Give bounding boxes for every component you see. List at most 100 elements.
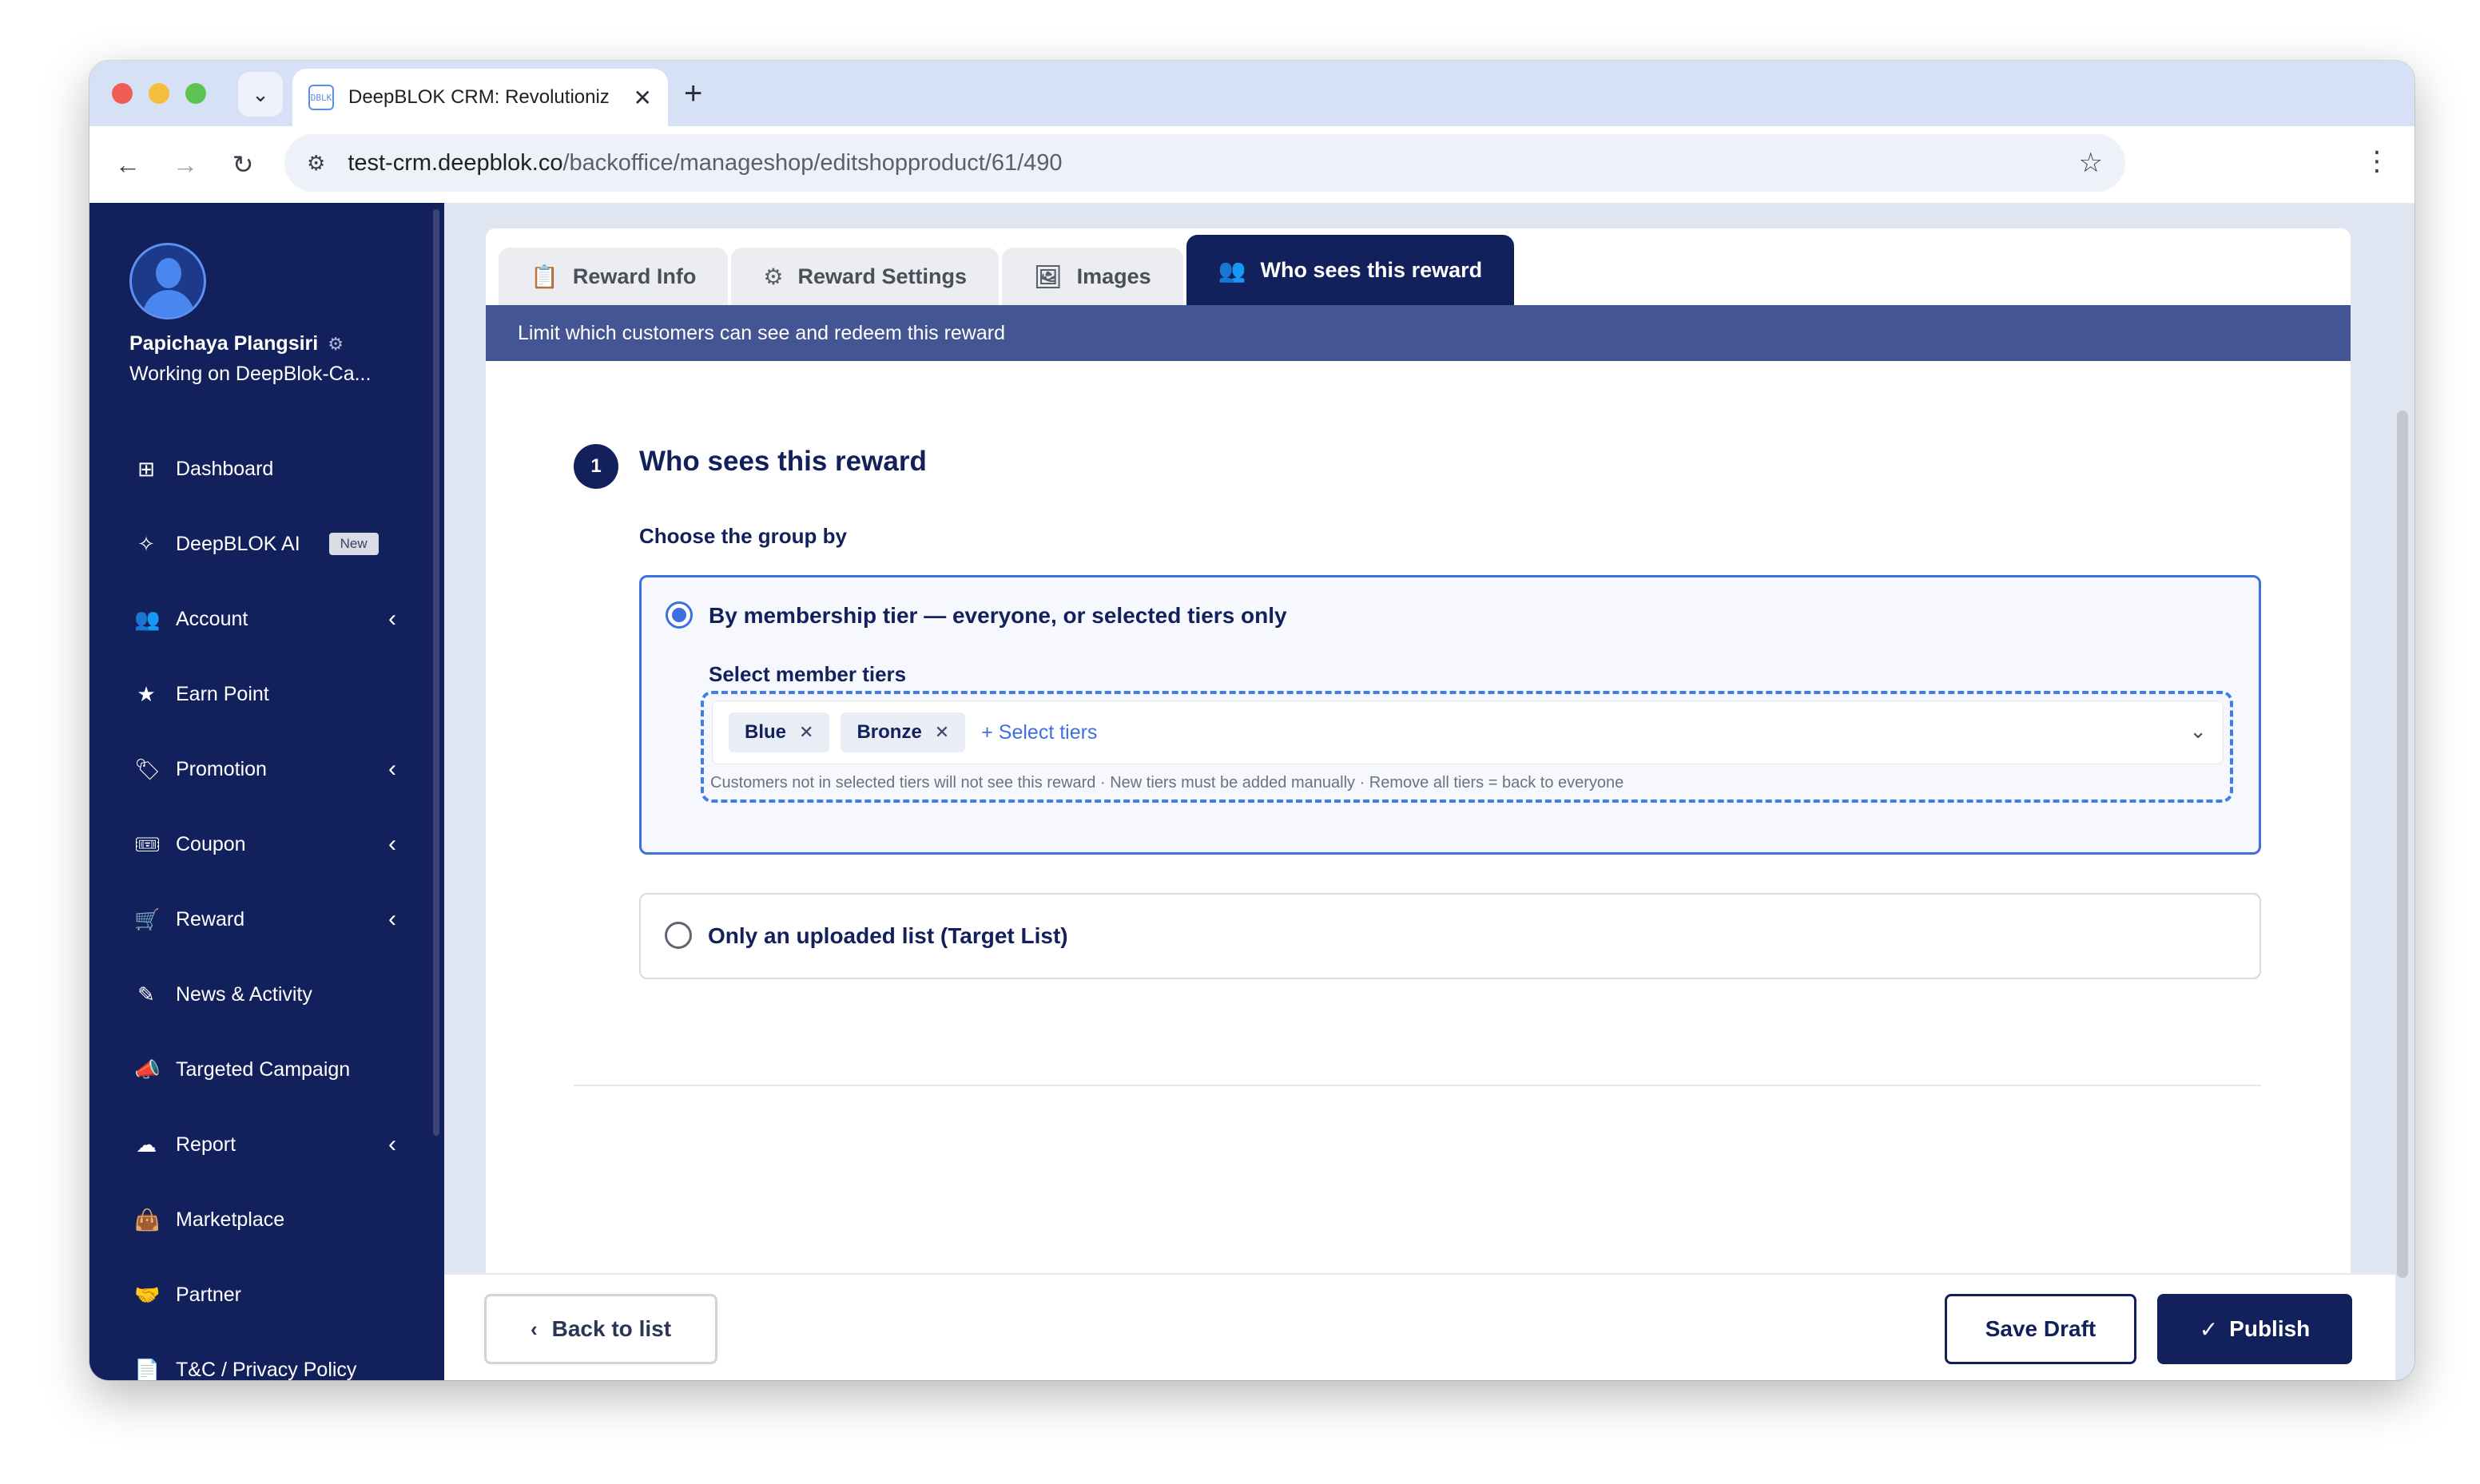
publish-label: Publish (2229, 1316, 2311, 1341)
sidebar-item-partner[interactable]: 🤝 Partner (89, 1257, 444, 1332)
avatar-head (156, 258, 181, 288)
tier-chip-bronze: Bronze ✕ (841, 712, 966, 752)
sidebar-item-promotion[interactable]: 🏷 Promotion ‹ (89, 732, 444, 807)
sidebar-item-dashboard[interactable]: ⊞ Dashboard (89, 431, 444, 506)
sidebar-item-targeted-campaign[interactable]: 📣 Targeted Campaign (89, 1032, 444, 1107)
sidebar-item-label: Marketplace (176, 1208, 285, 1231)
bookmark-star-icon[interactable]: ☆ (2079, 147, 2103, 179)
tab-label: Reward Info (572, 264, 697, 288)
avatar-body (143, 290, 194, 317)
option-target-list[interactable]: Only an uploaded list (Target List) (639, 893, 2261, 979)
option-label[interactable]: By membership tier — everyone, or select… (709, 603, 1287, 629)
check-icon: ✓ (2199, 1316, 2219, 1342)
option-membership-tier[interactable]: By membership tier — everyone, or select… (639, 575, 2261, 855)
forward-arrow-icon[interactable]: → (163, 142, 208, 187)
gear-icon: ⚙ (763, 264, 784, 289)
tier-selection-highlight: Blue ✕ Bronze ✕ + Select tiers ⌄ Custome… (701, 691, 2233, 803)
sidebar-item-report[interactable]: ☁ Report ‹ (89, 1107, 444, 1182)
avatar[interactable] (129, 243, 206, 319)
chevron-left-icon: ‹ (388, 1131, 396, 1157)
chevron-left-icon: ‹ (388, 906, 396, 932)
url-host: test-crm.deepblok.co (348, 149, 563, 176)
sidebar-item-news-activity[interactable]: ✎ News & Activity (89, 957, 444, 1032)
sidebar-item-label: News & Activity (176, 982, 312, 1006)
url-text[interactable]: test-crm.deepblok.co/backoffice/managesh… (348, 150, 2078, 177)
tab-info-bar: Limit which customers can see and redeem… (486, 305, 2351, 361)
back-arrow-icon[interactable]: ← (105, 142, 150, 187)
tab-search-button[interactable]: ⌄ (238, 72, 283, 117)
user-workspace: Working on DeepBlok-Ca... (129, 363, 372, 385)
save-draft-label: Save Draft (1985, 1316, 2096, 1341)
step-number-badge: 1 (574, 444, 618, 489)
reward-editor-panel: 📋 Reward Info ⚙ Reward Settings 🖼 Images… (486, 228, 2351, 1283)
user-name: Papichaya Plangsiri (129, 332, 319, 355)
sidebar-item-earn-point[interactable]: ★ Earn Point (89, 657, 444, 732)
sidebar-item-marketplace[interactable]: 👜 Marketplace (89, 1182, 444, 1257)
sidebar-item-reward[interactable]: 🛒 Reward ‹ (89, 882, 444, 957)
tab-reward-settings[interactable]: ⚙ Reward Settings (731, 248, 1000, 305)
action-footer: ‹ Back to list Save Draft ✓ Publish (444, 1273, 2395, 1380)
address-bar[interactable]: ⚙ test-crm.deepblok.co/backoffice/manage… (284, 134, 2125, 192)
sidebar-item-coupon[interactable]: 🎟 Coupon ‹ (89, 807, 444, 882)
sidebar: Papichaya Plangsiri ⚙ Working on DeepBlo… (89, 203, 444, 1380)
sidebar-item-label: Account (176, 607, 248, 630)
tier-chip-blue: Blue ✕ (729, 712, 830, 752)
remove-chip-icon[interactable]: ✕ (935, 722, 949, 743)
section-divider (574, 1085, 2261, 1086)
back-to-list-label: Back to list (551, 1316, 672, 1341)
sidebar-item-label: Promotion (176, 757, 267, 780)
tab-reward-info[interactable]: 📋 Reward Info (499, 248, 729, 305)
chevron-left-icon: ‹ (388, 605, 396, 632)
minimize-window-button[interactable] (149, 83, 169, 104)
radio-membership-tier[interactable] (666, 601, 693, 629)
tab-label: Who sees this reward (1260, 257, 1483, 282)
maximize-window-button[interactable] (185, 83, 206, 104)
browser-tab[interactable]: DBLK DeepBLOK CRM: Revolutioniz ✕ (292, 69, 668, 126)
cloud-download-icon: ☁ (136, 1132, 157, 1157)
radio-target-list[interactable] (665, 922, 692, 949)
save-draft-button[interactable]: Save Draft (1945, 1294, 2136, 1364)
option-label[interactable]: Only an uploaded list (Target List) (708, 923, 1068, 949)
close-tab-icon[interactable]: ✕ (634, 85, 652, 111)
browser-toolbar: ← → ↻ ⚙ test-crm.deepblok.co/backoffice/… (89, 126, 2414, 203)
image-icon: 🖼 (1034, 264, 1063, 289)
remove-chip-icon[interactable]: ✕ (799, 722, 813, 743)
star-icon: ★ (137, 681, 156, 706)
tab-who-sees-this-reward[interactable]: 👥 Who sees this reward (1186, 235, 1515, 305)
edit-icon: ✎ (137, 982, 155, 1006)
page-scrollbar[interactable] (2397, 411, 2408, 1278)
sidebar-item-label: Dashboard (176, 457, 274, 480)
sidebar-item-label: Earn Point (176, 682, 269, 705)
publish-button[interactable]: ✓ Publish (2157, 1294, 2352, 1364)
user-settings-gear-icon[interactable]: ⚙ (328, 334, 344, 355)
users-icon: 👥 (1218, 257, 1246, 283)
back-to-list-button[interactable]: ‹ Back to list (484, 1294, 717, 1364)
browser-menu-icon[interactable]: ⋮ (2363, 145, 2391, 177)
tab-images[interactable]: 🖼 Images (1002, 248, 1183, 305)
cart-icon: 🛒 (134, 907, 161, 931)
close-window-button[interactable] (112, 83, 133, 104)
tab-label: Images (1076, 264, 1151, 288)
document-icon: 📄 (134, 1357, 161, 1381)
chip-label: Blue (745, 721, 787, 743)
favicon-icon: DBLK (308, 85, 334, 110)
section-title: Who sees this reward (639, 446, 927, 477)
chevron-left-icon: ‹ (530, 1316, 538, 1341)
new-tab-button[interactable]: + (684, 73, 702, 113)
chevron-down-icon: ⌄ (252, 81, 269, 106)
sidebar-item-deepblok-ai[interactable]: ✧ DeepBLOK AI New (89, 506, 444, 581)
sidebar-item-label: Report (176, 1133, 236, 1156)
sidebar-menu: ⊞ Dashboard ✧ DeepBLOK AI New 👥 Account … (89, 431, 444, 1381)
chip-label: Bronze (856, 721, 922, 743)
chevron-down-icon[interactable]: ⌄ (2189, 719, 2207, 744)
main-content: 📋 Reward Info ⚙ Reward Settings 🖼 Images… (444, 203, 2414, 1380)
site-settings-icon[interactable]: ⚙ (307, 151, 325, 176)
reload-icon[interactable]: ↻ (221, 142, 265, 187)
sidebar-item-account[interactable]: 👥 Account ‹ (89, 581, 444, 657)
reward-tabs: 📋 Reward Info ⚙ Reward Settings 🖼 Images… (499, 235, 1515, 305)
select-tiers-link[interactable]: + Select tiers (981, 721, 1097, 744)
sidebar-item-label: Partner (176, 1283, 241, 1306)
sidebar-item-label: Reward (176, 907, 245, 930)
tier-multiselect[interactable]: Blue ✕ Bronze ✕ + Select tiers ⌄ (712, 700, 2224, 764)
sidebar-item-tc-privacy[interactable]: 📄 T&C / Privacy Policy (89, 1332, 444, 1381)
